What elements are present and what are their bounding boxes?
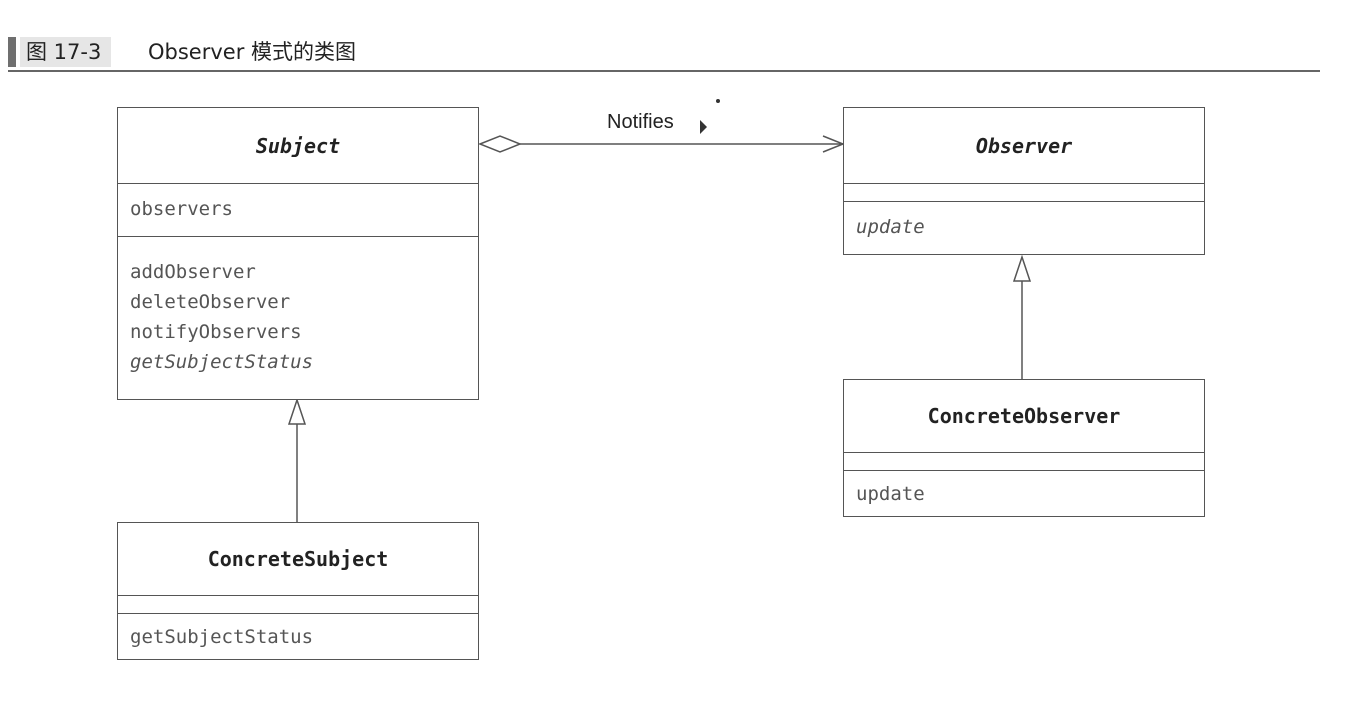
subject-inheritance-triangle (287, 397, 307, 425)
observer-method-update: update (856, 216, 925, 238)
concrete-observer-method-update: update (856, 483, 925, 505)
class-concrete-observer-name: ConcreteObserver (927, 404, 1121, 428)
method-add-observer: addObserver (130, 261, 256, 283)
association-label: Notifies (607, 111, 674, 133)
class-concrete-subject: ConcreteSubject getSubjectStatus (117, 522, 479, 660)
class-concrete-subject-name: ConcreteSubject (207, 547, 389, 571)
class-observer-fields (844, 183, 1204, 201)
field-observers: observers (130, 198, 233, 220)
class-observer-name: Observer (975, 133, 1073, 158)
aggregation-diamond (477, 135, 523, 153)
class-observer: Observer update (843, 107, 1205, 255)
observer-inheritance-triangle (1012, 254, 1032, 282)
method-delete-observer: deleteObserver (130, 291, 291, 313)
method-get-subject-status: getSubjectStatus (130, 351, 314, 373)
method-notify-observers: notifyObservers (130, 321, 302, 343)
class-concrete-subject-methods: getSubjectStatus (118, 613, 478, 658)
class-subject-methods: addObserver deleteObserver notifyObserve… (118, 236, 478, 398)
class-observer-methods: update (844, 201, 1204, 253)
class-concrete-observer: ConcreteObserver update (843, 379, 1205, 517)
class-concrete-observer-methods: update (844, 470, 1204, 515)
class-subject-fields: observers (118, 183, 478, 236)
class-subject: Subject observers addObserver deleteObse… (117, 107, 479, 400)
notifies-direction-icon (700, 120, 707, 134)
stray-dot (716, 99, 720, 103)
concrete-method-get-subject-status: getSubjectStatus (130, 626, 314, 648)
class-concrete-observer-fields (844, 452, 1204, 470)
class-concrete-subject-fields (118, 595, 478, 613)
class-subject-name: Subject (255, 133, 341, 158)
